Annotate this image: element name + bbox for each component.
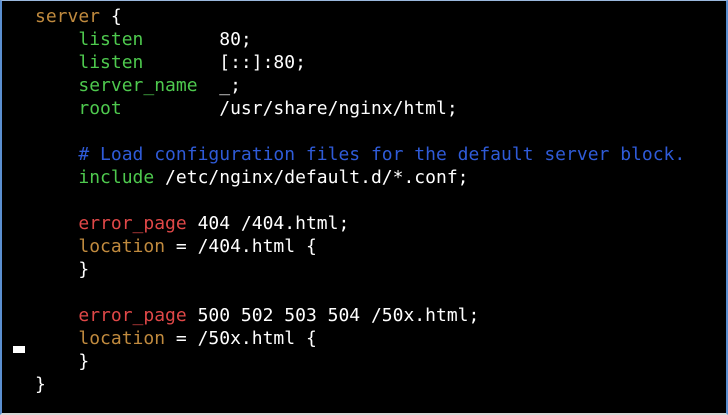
code-token-plain: } [35, 259, 90, 280]
code-token-plain: _; [197, 75, 241, 96]
code-token-keyword: server [35, 6, 101, 27]
code-token-error: error_page [78, 305, 187, 326]
code-line: location = /50x.html { [35, 327, 685, 350]
code-token-directive: listen [78, 52, 144, 73]
code-token-directive: root [78, 98, 122, 119]
code-token-keyword: location [78, 236, 166, 257]
nginx-config-editor[interactable]: server { listen 80; listen [::]:80; serv… [35, 5, 685, 396]
code-line: include /etc/nginx/default.d/*.conf; [35, 166, 685, 189]
text-cursor [13, 346, 25, 353]
code-line: # Load configuration files for the defau… [35, 143, 685, 166]
code-line: error_page 500 502 503 504 /50x.html; [35, 304, 685, 327]
code-token-comment: # Load configuration files for the defau… [78, 144, 686, 165]
code-line: } [35, 350, 685, 373]
code-line: } [35, 258, 685, 281]
code-line: listen 80; [35, 28, 685, 51]
code-line: server_name _; [35, 74, 685, 97]
code-token-plain: 80; [143, 29, 252, 50]
code-token-plain: /usr/share/nginx/html; [121, 98, 458, 119]
code-token-plain: 500 502 503 504 /50x.html; [186, 305, 480, 326]
code-line: listen [::]:80; [35, 51, 685, 74]
code-token-plain: /etc/nginx/default.d/*.conf; [154, 167, 469, 188]
code-token-plain: = /50x.html { [165, 328, 317, 349]
code-token-directive: include [78, 167, 155, 188]
code-token-plain: 404 /404.html; [186, 213, 350, 234]
terminal-window[interactable]: server { listen 80; listen [::]:80; serv… [0, 0, 728, 415]
code-token-directive: server_name [78, 75, 198, 96]
code-line: server { [35, 5, 685, 28]
code-token-plain: } [35, 351, 90, 372]
code-line: error_page 404 /404.html; [35, 212, 685, 235]
code-token-directive: listen [78, 29, 144, 50]
code-token-error: error_page [78, 213, 187, 234]
code-line: root /usr/share/nginx/html; [35, 97, 685, 120]
code-line: } [35, 373, 685, 396]
code-token-plain: [::]:80; [143, 52, 306, 73]
code-token-keyword: location [78, 328, 166, 349]
code-token-plain: { [100, 6, 122, 27]
code-line: location = /404.html { [35, 235, 685, 258]
code-token-plain: } [35, 374, 46, 395]
code-token-plain: = /404.html { [165, 236, 317, 257]
